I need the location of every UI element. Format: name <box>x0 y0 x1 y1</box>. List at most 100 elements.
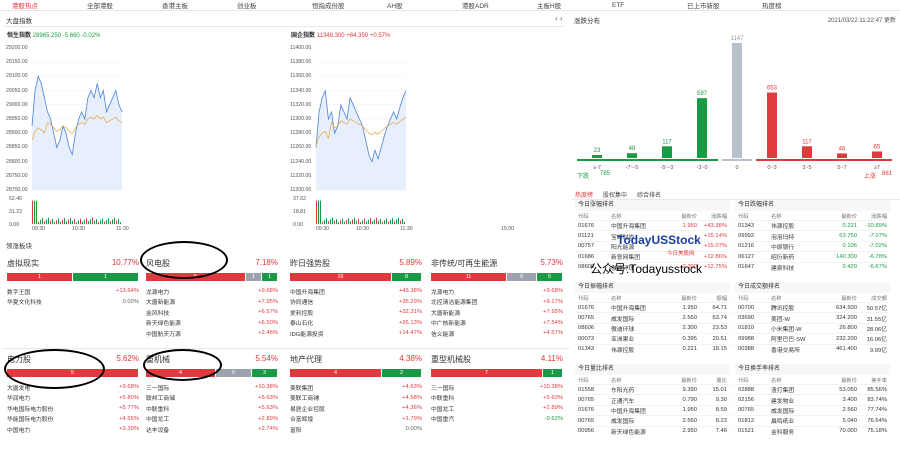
rank-table-row[interactable]: 02156 建发物业 3.400 83.74% <box>735 394 890 405</box>
sector-stock-row[interactable]: 新天绿色能源 +6.50% <box>146 318 278 329</box>
rank-table-row[interactable]: 01676 中国升海集团 1.950 +43.38% <box>575 220 730 230</box>
stock-change: +2.89% <box>258 415 278 422</box>
stock-name: 中国升海集团 <box>611 306 646 313</box>
sector-stock-row[interactable]: 华润电力 +5.80% <box>7 393 139 404</box>
volume-bar <box>72 220 73 224</box>
sector-stock-row[interactable]: 金风科技 +6.57% <box>146 307 278 318</box>
rank-table-row[interactable]: 01676 中国升海集团 1.950 8.59 <box>575 404 730 415</box>
sector-stock-row[interactable]: 达丰设备 +2.74% <box>146 424 278 435</box>
rank-table-row[interactable]: 01343 伟源控股 0.221 -10.89% <box>735 220 890 230</box>
stock-code: 08606 <box>578 325 595 332</box>
rank-table-row[interactable]: 08606 傲迪环球 2.300 23.53 <box>575 322 730 333</box>
sector-stock-row[interactable]: 中广核新能源 +7.54% <box>431 318 563 329</box>
rank-table-row[interactable]: 01810 小米集团-W 26.800 28.06亿 <box>735 322 890 333</box>
rank-table-row[interactable]: 01812 晨鸣纸业 5.040 76.64% <box>735 415 890 425</box>
stock-price: 2.560 <box>682 417 697 424</box>
nav-item[interactable]: 已上市新股 <box>675 0 750 10</box>
sector-stock-row[interactable]: 大唐新能源 +7.95% <box>431 307 563 318</box>
rank-table-row[interactable]: 00765 正通汽车 0.790 9.30 <box>575 394 730 405</box>
nav-item[interactable]: ETF <box>600 2 675 9</box>
nav-item[interactable]: AH股 <box>375 0 450 10</box>
rank-table-row[interactable]: 09988 阿里巴巴-SW 232.200 16.06亿 <box>735 333 890 343</box>
sector-stock-row[interactable]: 中国龙工 +2.89% <box>431 403 563 414</box>
rank-table-row[interactable]: 00765 威发国际 2.560 8.23 <box>575 415 730 425</box>
sector-stock-row[interactable]: 三一国际 +10.38% <box>431 382 563 393</box>
sector-stock-row[interactable]: 大唐新能源 +7.95% <box>146 297 278 308</box>
sector-stock-row[interactable]: 美联工商铺 +4.58% <box>290 393 422 404</box>
column-header: 代码 <box>738 377 749 384</box>
sector-stock-row[interactable]: 合富辉煌 +1.79% <box>290 414 422 425</box>
sector-stock-row[interactable]: 中联重科 +5.63% <box>431 393 563 404</box>
sector-stock-row[interactable]: 泰山石化 +26.13% <box>290 318 422 329</box>
nav-item[interactable]: 创业板 <box>225 0 300 10</box>
sector-card[interactable]: 虚拟现实 10.77% 1 1 数字王国 +13.64% 华夏文化科技 0.00% <box>4 255 142 347</box>
nav-item[interactable]: 香港主板 <box>150 0 225 10</box>
rank-table-row[interactable]: 00388 香港交易所 461.400 9.99亿 <box>735 343 890 354</box>
sector-stock-row[interactable]: 华夏文化科技 0.00% <box>7 297 139 308</box>
rank-table-row[interactable]: 01521 金科服务 70.000 75.18% <box>735 425 890 436</box>
stock-price: 2.950 <box>682 428 697 435</box>
sector-stock-row[interactable]: 数字王国 +13.64% <box>7 286 139 297</box>
volume-bar <box>358 219 359 224</box>
rank-table-row[interactable]: 00700 腾讯控股 634.500 50.57亿 <box>735 302 890 312</box>
rank-table-row[interactable]: 01216 中原银行 0.106 -7.02% <box>735 240 890 251</box>
sector-stock-row[interactable]: 龙源电力 +9.68% <box>146 286 278 297</box>
sector-stock-row[interactable]: 龙源电力 +9.68% <box>431 286 563 297</box>
stock-code: 01521 <box>738 428 755 435</box>
sector-card[interactable]: 昨日强势股 5.89% 16 8 中国升海集团 +43.38% 协同通信 +35.29% 爱利控… <box>287 255 425 347</box>
volume-bar <box>378 220 379 224</box>
rank-table-row[interactable]: 09992 泡泡玛特 63.750 -7.07% <box>735 230 890 241</box>
sector-stock-row[interactable]: 华能国际电力股份 +4.55% <box>7 414 139 425</box>
hsi-chart[interactable]: 恒生指数 28965.250 -5.660 -0.02% 29200.00 291… <box>6 30 129 235</box>
sector-stock-row[interactable]: 中联重科 +5.63% <box>146 403 278 414</box>
breadth-segment: 1 <box>7 273 73 281</box>
nav-item[interactable]: 热度榜 <box>750 0 825 10</box>
stock-code: 01647 <box>738 264 755 271</box>
sector-stock-row[interactable]: 联邦工商储 +5.63% <box>146 393 278 404</box>
rank-table-row[interactable]: 00956 新天绿色能源 2.950 7.46 <box>575 425 730 436</box>
rank-table-row[interactable]: 01343 伟源控股 0.221 18.15 <box>575 343 730 354</box>
sector-stock-row[interactable]: 信义能源 +4.57% <box>431 328 563 339</box>
nav-item[interactable]: 港股ADR <box>450 0 525 10</box>
stock-name: 富阳 <box>290 427 302 434</box>
sector-card[interactable]: 非传统/可再生能源 5.73% 11 8 5 龙源电力 +9.68% 北控清洁能源集团 +9.1… <box>428 255 566 347</box>
sector-stock-row[interactable]: 易居企业控股 +4.36% <box>290 403 422 414</box>
rank-table-row[interactable]: 02888 渣打集团 53.050 85.56% <box>735 384 890 394</box>
rank-table-row[interactable]: 01558 东阳光药 9.390 15.01 <box>575 384 730 394</box>
sector-pct: 10.77% <box>111 258 139 267</box>
stock-code: 06127 <box>738 253 755 260</box>
rank-table-row[interactable]: 00765 威发国际 2.560 63.74 <box>575 312 730 323</box>
sector-stock-row[interactable]: 爱利控股 +32.31% <box>290 307 422 318</box>
nav-item[interactable]: 港股热点 <box>0 0 75 10</box>
nav-item[interactable]: 全部港股 <box>75 0 150 10</box>
sector-stock-row[interactable]: 中国龙工 +2.89% <box>146 414 278 425</box>
rank-table-row[interactable]: 01676 中国升海集团 1.950 64.71 <box>575 302 730 312</box>
rank-table-row[interactable]: 01647 建泉科技 0.420 -6.67% <box>735 261 890 272</box>
sector-stock-row[interactable]: 中国航天万源 +2.46% <box>146 328 278 339</box>
rank-table-row[interactable]: 00073 亚洲果业 0.395 20.51 <box>575 333 730 343</box>
stock-price: 1.950 <box>682 304 697 311</box>
stock-change: +9.68% <box>543 288 563 295</box>
sector-stock-row[interactable]: 中国升海集团 +43.38% <box>290 286 422 297</box>
sector-stock-row[interactable]: 北控清洁能源集团 +9.17% <box>431 297 563 308</box>
sector-stock-row[interactable]: 美联集团 +4.63% <box>290 382 422 393</box>
sector-stock-row[interactable]: 三一国际 +10.38% <box>146 382 278 393</box>
collapse-arrows[interactable]: ‹ › <box>555 14 563 23</box>
nav-item[interactable]: 主板H股 <box>525 0 600 10</box>
sector-pct: 5.73% <box>540 258 563 267</box>
hscei-chart[interactable]: 国企指数 11348.300 +64.350 +0.57% 11400.00 11… <box>290 30 514 235</box>
nav-item[interactable]: 恒指成份股 <box>300 0 375 10</box>
rank-table-row[interactable]: 06127 昭衍新药 140.300 -6.78% <box>735 251 890 261</box>
rank-table-row[interactable]: 03690 美团-W 324.200 31.55亿 <box>735 312 890 323</box>
sector-stock-row[interactable]: 华电国际电力股份 +5.77% <box>7 403 139 414</box>
sector-stock-row[interactable]: 中国重汽 -0.62% <box>431 414 563 425</box>
stock-price: 0.221 <box>842 222 857 229</box>
sector-stock-row[interactable]: 中国电力 +3.39% <box>7 424 139 435</box>
sector-card[interactable]: 地产代理 4.38% 4 2 美联集团 +4.63% 美联工商铺 +4.58% 易居企业控股 +4… <box>287 351 425 443</box>
stock-name: 建发物业 <box>771 398 795 405</box>
rank-table-row[interactable]: 00765 威发国际 2.560 77.74% <box>735 404 890 415</box>
sector-stock-row[interactable]: 协同通信 +35.29% <box>290 297 422 308</box>
sector-stock-row[interactable]: IDG能源投资 +14.47% <box>290 328 422 339</box>
sector-card[interactable]: 重型机械股 4.11% 7 1 三一国际 +10.38% 中联重科 +5.63% 中国龙工 +2.… <box>428 351 566 443</box>
sector-stock-row[interactable]: 富阳 0.00% <box>290 424 422 435</box>
